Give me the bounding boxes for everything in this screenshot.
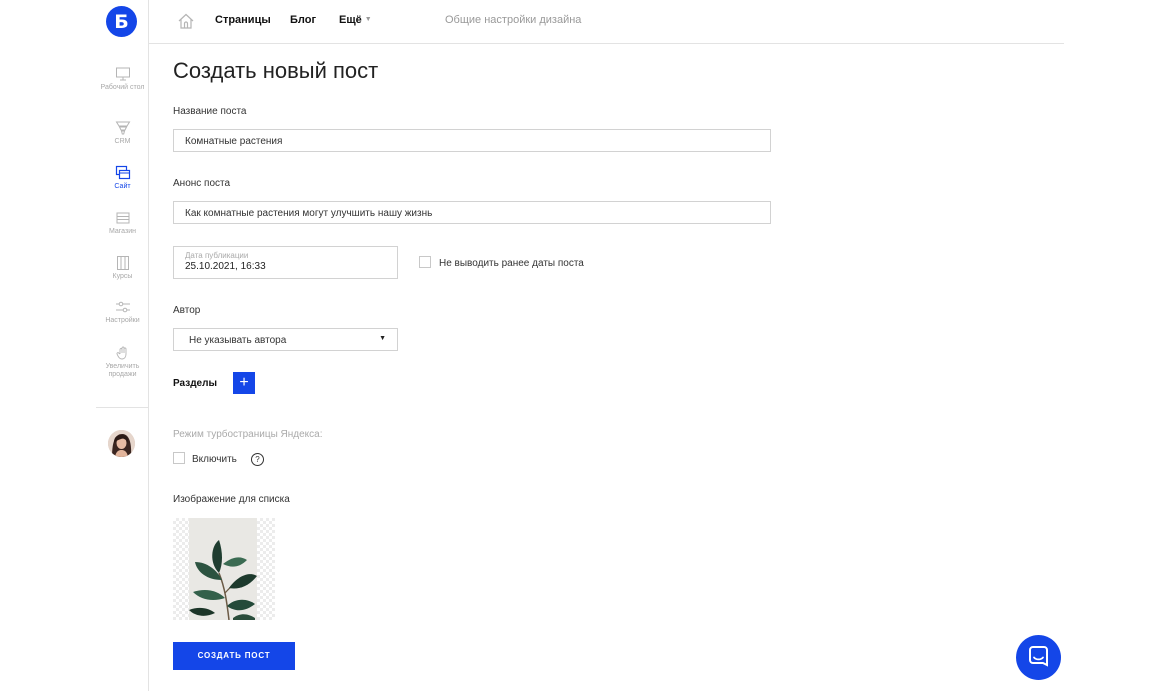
chevron-down-icon: ▼ bbox=[364, 16, 372, 23]
sidebar-item-label: Сайт bbox=[114, 183, 131, 190]
create-post-button[interactable]: СОЗДАТЬ ПОСТ bbox=[173, 642, 295, 670]
sidebar-item-label: CRM bbox=[114, 138, 131, 145]
sidebar-item-crm[interactable]: CRM bbox=[96, 120, 149, 146]
site-pages-icon bbox=[115, 165, 130, 180]
page-title: Создать новый пост bbox=[173, 58, 379, 83]
nav-link-blog[interactable]: Блог bbox=[290, 14, 316, 26]
turbo-mode-label: Режим турбостраницы Яндекса: bbox=[173, 429, 323, 440]
post-name-label: Название поста bbox=[173, 106, 247, 117]
sliders-icon bbox=[115, 301, 130, 313]
hand-icon bbox=[116, 346, 126, 360]
chat-button[interactable] bbox=[1016, 635, 1061, 680]
nav-link-pages[interactable]: Страницы bbox=[215, 14, 271, 26]
sidebar-item-label: Магазин bbox=[108, 228, 136, 235]
list-image-preview[interactable] bbox=[173, 518, 275, 620]
sidebar-item-label: Увеличить продажи bbox=[105, 363, 140, 378]
funnel-icon bbox=[115, 121, 130, 135]
courses-icon bbox=[116, 256, 129, 270]
announce-input[interactable]: Как комнатные растения могут улучшить на… bbox=[173, 201, 771, 224]
nav-more-label: Ещё bbox=[339, 14, 362, 26]
turbo-enable-label[interactable]: Включить bbox=[192, 454, 237, 465]
hide-before-date-checkbox[interactable] bbox=[419, 256, 431, 268]
publish-date-value: 25.10.2021, 16:33 bbox=[185, 261, 266, 272]
sidebar-item-site[interactable]: Сайт bbox=[96, 165, 149, 191]
help-icon[interactable]: ? bbox=[251, 453, 264, 466]
add-section-button[interactable]: + bbox=[233, 372, 255, 394]
author-select-value: Не указывать автора bbox=[189, 335, 287, 346]
announce-label: Анонс поста bbox=[173, 178, 231, 189]
publish-date-field[interactable]: Дата публикации 25.10.2021, 16:33 bbox=[173, 246, 398, 279]
chat-icon bbox=[1029, 646, 1048, 667]
plant-image bbox=[189, 518, 257, 620]
post-name-input[interactable]: Комнатные растения bbox=[173, 129, 771, 152]
author-label: Автор bbox=[173, 305, 201, 316]
nav-link-more[interactable]: Ещё ▼ bbox=[339, 14, 372, 26]
sidebar-item-label: Курсы bbox=[112, 273, 133, 280]
top-navigation: Страницы Блог Ещё ▼ Общие настройки дизай… bbox=[149, 0, 1064, 44]
sidebar-item-sales[interactable]: Увеличить продажи bbox=[96, 345, 149, 379]
sidebar-item-courses[interactable]: Курсы bbox=[96, 255, 149, 281]
author-select[interactable]: Не указывать автора ▼ bbox=[173, 328, 398, 351]
dropdown-arrow-icon: ▼ bbox=[379, 335, 386, 342]
sidebar-item-desktop[interactable]: Рабочий стол bbox=[96, 66, 149, 92]
nav-link-design-settings[interactable]: Общие настройки дизайна bbox=[445, 14, 581, 26]
sidebar-item-settings[interactable]: Настройки bbox=[96, 299, 149, 325]
home-icon[interactable] bbox=[177, 12, 195, 30]
sidebar-item-label: Рабочий стол bbox=[100, 84, 145, 91]
avatar[interactable] bbox=[108, 430, 135, 457]
user-avatar-image bbox=[108, 430, 135, 457]
monitor-icon bbox=[115, 67, 130, 81]
turbo-enable-checkbox[interactable] bbox=[173, 452, 185, 464]
logo[interactable]: Б bbox=[106, 6, 137, 37]
sidebar: Б Рабочий стол CRM Сайт Магазин Курсы На… bbox=[96, 0, 149, 691]
sidebar-divider bbox=[96, 407, 149, 408]
shop-icon bbox=[116, 212, 129, 224]
hide-before-date-label[interactable]: Не выводить ранее даты поста bbox=[439, 258, 584, 269]
list-image-label: Изображение для списка bbox=[173, 494, 290, 505]
publish-date-label: Дата публикации bbox=[185, 251, 249, 260]
sections-label: Разделы bbox=[173, 378, 217, 389]
sidebar-item-label: Настройки bbox=[105, 317, 140, 324]
sidebar-item-shop[interactable]: Магазин bbox=[96, 210, 149, 236]
